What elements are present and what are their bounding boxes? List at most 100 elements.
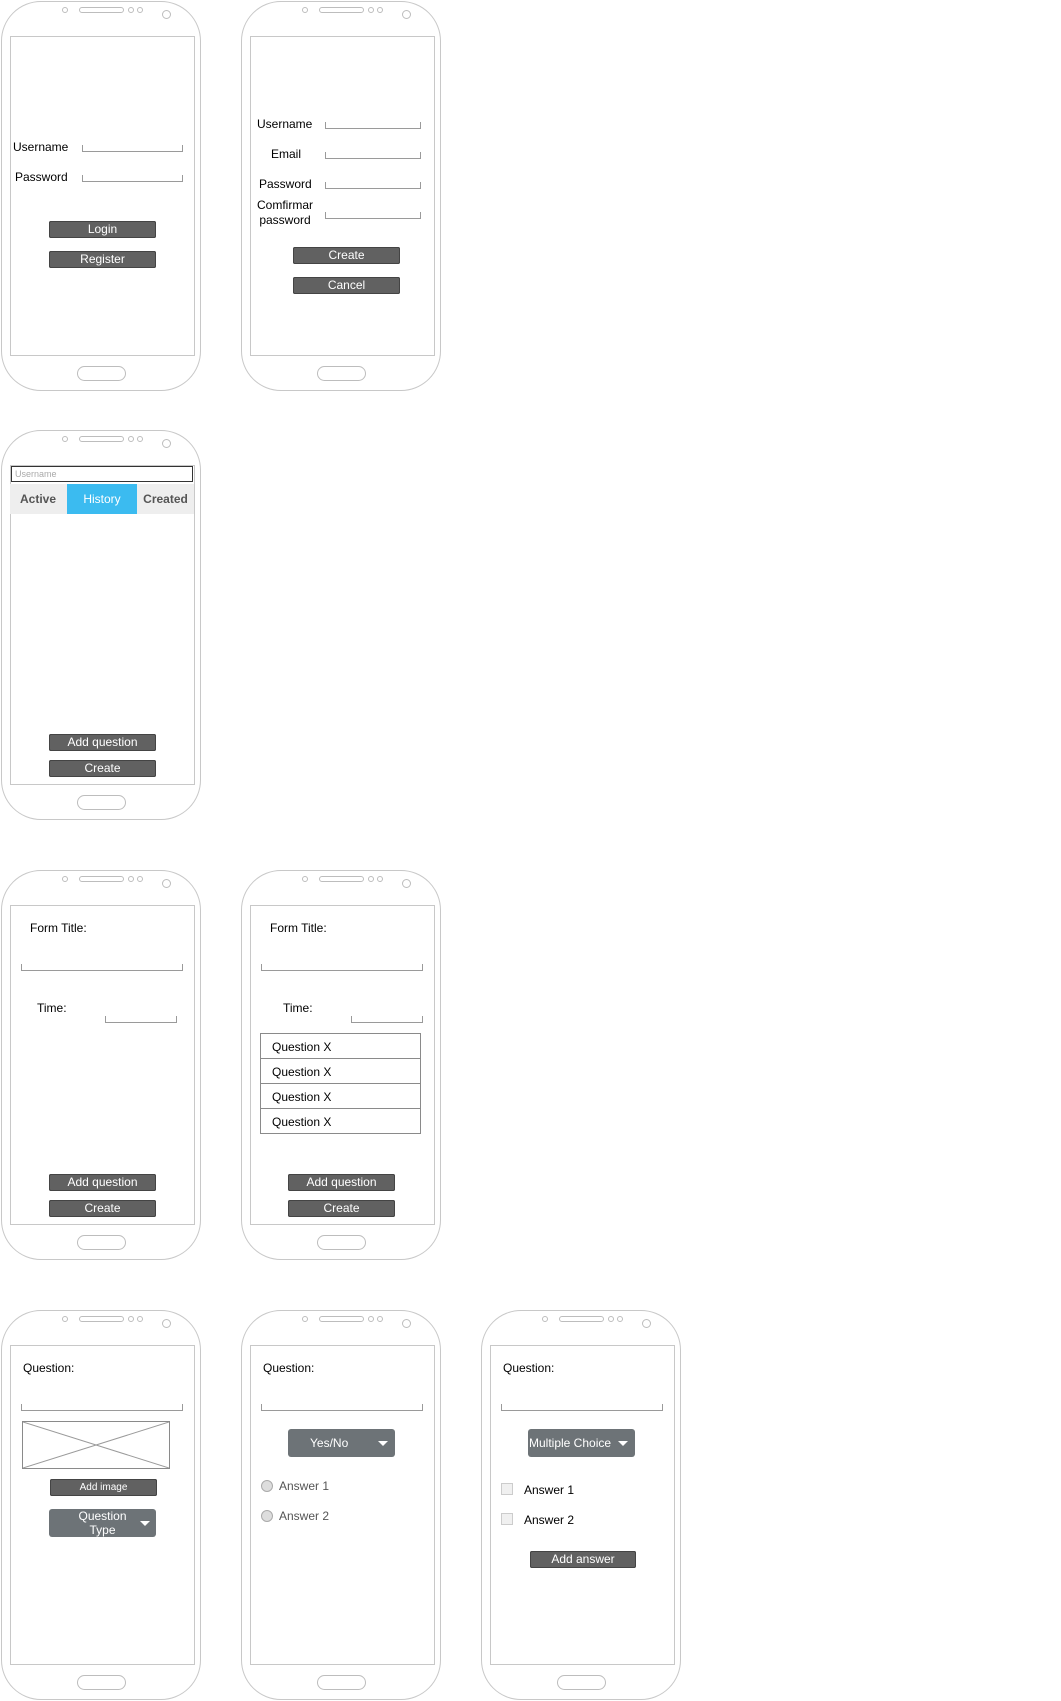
answer-1-checkbox[interactable] — [501, 1483, 513, 1495]
username-field[interactable] — [325, 122, 421, 129]
question-type-select[interactable]: Yes/No — [288, 1429, 395, 1457]
create-button[interactable]: Create — [49, 760, 156, 777]
create-button[interactable]: Create — [293, 247, 400, 264]
camera-icon — [162, 10, 171, 19]
sensor-icon — [137, 436, 143, 442]
email-label: Email — [271, 147, 302, 161]
form-title-label: Form Title: — [30, 921, 87, 935]
sensor-icon — [302, 876, 308, 882]
camera-icon — [642, 1319, 651, 1328]
home-button[interactable] — [77, 1675, 126, 1690]
answer-2-label: Answer 2 — [279, 1509, 330, 1523]
home-button[interactable] — [77, 795, 126, 810]
sensor-icon — [377, 1316, 383, 1322]
create-button[interactable]: Create — [49, 1200, 156, 1217]
answer-1-radio[interactable] — [261, 1480, 273, 1492]
phone-dashboard-screen: Username Active History Created Add ques… — [1, 430, 201, 820]
home-button[interactable] — [77, 366, 126, 381]
speaker-icon — [79, 876, 124, 882]
sensor-icon — [302, 1316, 308, 1322]
phone-login-screen: Username Password Login Register — [1, 1, 201, 391]
answer-2-label: Answer 2 — [524, 1513, 575, 1527]
home-button[interactable] — [317, 1675, 366, 1690]
screen — [10, 1345, 195, 1665]
question-field[interactable] — [261, 1404, 423, 1411]
chevron-down-icon — [140, 1521, 150, 1526]
sensor-icon — [377, 7, 383, 13]
chevron-down-icon — [378, 1441, 388, 1446]
form-title-label: Form Title: — [270, 921, 327, 935]
question-type-select[interactable]: Question Type — [49, 1509, 156, 1537]
answer-1-label: Answer 1 — [524, 1483, 575, 1497]
sensor-icon — [368, 876, 374, 882]
list-item[interactable]: Question X — [260, 1033, 421, 1059]
time-field[interactable] — [105, 1016, 177, 1023]
add-image-button[interactable]: Add image — [50, 1479, 157, 1496]
tab-history[interactable]: History — [67, 484, 137, 514]
password-label: Password — [259, 177, 312, 191]
add-question-button[interactable]: Add question — [49, 1174, 156, 1191]
email-field[interactable] — [325, 152, 421, 159]
add-question-button[interactable]: Add question — [288, 1174, 395, 1191]
list-item[interactable]: Question X — [260, 1083, 421, 1109]
add-answer-button[interactable]: Add answer — [530, 1551, 636, 1568]
confirm-label-line2: password — [259, 213, 311, 227]
image-placeholder-icon — [23, 1422, 169, 1468]
question-type-select[interactable]: Multiple Choice — [528, 1429, 635, 1457]
answer-1-label: Answer 1 — [279, 1479, 330, 1493]
sensor-icon — [608, 1316, 614, 1322]
time-label: Time: — [283, 1001, 313, 1015]
home-button[interactable] — [557, 1675, 606, 1690]
camera-icon — [402, 879, 411, 888]
username-label: Username — [13, 140, 69, 154]
time-field[interactable] — [351, 1016, 423, 1023]
confirm-label-line1: Comfirmar — [257, 198, 313, 212]
speaker-icon — [79, 1316, 124, 1322]
question-field[interactable] — [21, 1404, 183, 1411]
answer-2-checkbox[interactable] — [501, 1513, 513, 1525]
home-button[interactable] — [317, 1235, 366, 1250]
home-button[interactable] — [317, 366, 366, 381]
image-placeholder — [22, 1421, 170, 1469]
register-button[interactable]: Register — [49, 251, 156, 268]
sensor-icon — [617, 1316, 623, 1322]
username-field[interactable] — [82, 145, 183, 152]
camera-icon — [162, 1319, 171, 1328]
confirm-password-field[interactable] — [325, 212, 421, 219]
answer-2-radio[interactable] — [261, 1510, 273, 1522]
create-button[interactable]: Create — [288, 1200, 395, 1217]
tab-active[interactable]: Active — [10, 484, 66, 514]
screen — [490, 1345, 675, 1665]
search-input[interactable]: Username — [11, 466, 193, 482]
cancel-button[interactable]: Cancel — [293, 277, 400, 294]
sensor-icon — [137, 876, 143, 882]
speaker-icon — [319, 1316, 364, 1322]
form-title-field[interactable] — [21, 964, 183, 971]
list-item[interactable]: Question X — [260, 1108, 421, 1134]
password-label: Password — [15, 170, 68, 184]
question-field[interactable] — [501, 1404, 663, 1411]
camera-icon — [162, 439, 171, 448]
camera-icon — [402, 1319, 411, 1328]
home-button[interactable] — [77, 1235, 126, 1250]
password-field[interactable] — [325, 182, 421, 189]
question-label: Question: — [23, 1361, 75, 1375]
sensor-icon — [62, 876, 68, 882]
add-question-button[interactable]: Add question — [49, 734, 156, 751]
list-item[interactable]: Question X — [260, 1058, 421, 1084]
sensor-icon — [128, 436, 134, 442]
speaker-icon — [79, 7, 124, 13]
chevron-down-icon — [618, 1441, 628, 1446]
phone-question-screen: Question: Add image Question Type — [1, 1310, 201, 1700]
form-title-field[interactable] — [261, 964, 423, 971]
password-field[interactable] — [82, 175, 183, 182]
speaker-icon — [559, 1316, 604, 1322]
login-button[interactable]: Login — [49, 221, 156, 238]
sensor-icon — [128, 876, 134, 882]
sensor-icon — [62, 1316, 68, 1322]
tab-created[interactable]: Created — [137, 484, 194, 514]
tab-bar: Active History Created — [10, 484, 194, 514]
screen — [10, 36, 195, 356]
question-label: Question: — [263, 1361, 315, 1375]
screen — [250, 36, 435, 356]
